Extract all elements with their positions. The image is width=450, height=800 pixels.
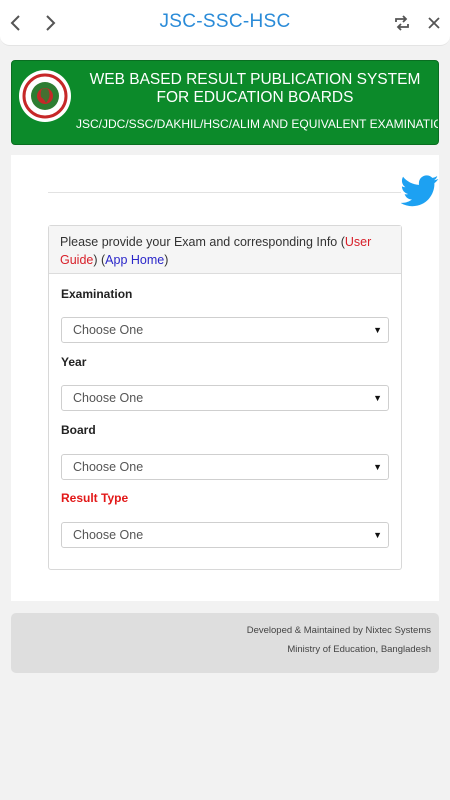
result-type-label: Result Type	[61, 491, 129, 505]
year-select[interactable]: Choose One ▼	[61, 385, 389, 411]
divider	[48, 192, 401, 193]
banner-subtitle: JSC/JDC/SSC/DAKHIL/HSC/ALIM AND EQUIVALE…	[76, 117, 438, 131]
form-instructions: Please provide your Exam and correspondi…	[49, 226, 401, 274]
banner-title: WEB BASED RESULT PUBLICATION SYSTEM FOR …	[89, 71, 421, 106]
caret-down-icon: ▼	[373, 325, 382, 335]
page-title: JSC-SSC-HSC	[159, 11, 291, 32]
app-home-link[interactable]: App Home	[105, 253, 164, 267]
exam-form-panel: Please provide your Exam and correspondi…	[48, 225, 402, 570]
board-label: Board	[61, 423, 96, 437]
close-button[interactable]	[421, 10, 447, 36]
examination-label: Examination	[61, 287, 133, 301]
page-footer: Developed & Maintained by Nixtec Systems…	[11, 613, 439, 673]
main-card: Please provide your Exam and correspondi…	[11, 155, 439, 601]
footer-ministry: Ministry of Education, Bangladesh	[287, 644, 431, 655]
mid-text: ) (	[93, 253, 106, 267]
browser-toolbar: JSC-SSC-HSC	[0, 0, 450, 46]
caret-down-icon: ▼	[373, 530, 382, 540]
footer-developer: Developed & Maintained by Nixtec Systems	[246, 625, 431, 636]
caret-down-icon: ▼	[373, 393, 382, 403]
government-seal-icon	[19, 70, 71, 122]
examination-select[interactable]: Choose One ▼	[61, 317, 389, 343]
intro-text: Please provide your Exam and correspondi…	[60, 235, 345, 249]
refresh-button[interactable]	[389, 10, 415, 36]
end-text: )	[164, 253, 169, 267]
year-label: Year	[61, 355, 87, 369]
board-value: Choose One	[73, 460, 144, 474]
twitter-icon[interactable]	[400, 175, 439, 207]
board-select[interactable]: Choose One ▼	[61, 454, 389, 480]
header-banner: WEB BASED RESULT PUBLICATION SYSTEM FOR …	[11, 60, 439, 145]
refresh-icon	[395, 15, 409, 31]
result-type-value: Choose One	[73, 528, 144, 542]
examination-value: Choose One	[73, 323, 144, 337]
year-value: Choose One	[73, 391, 144, 405]
result-type-select[interactable]: Choose One ▼	[61, 522, 389, 548]
close-icon	[428, 17, 440, 29]
caret-down-icon: ▼	[373, 462, 382, 472]
